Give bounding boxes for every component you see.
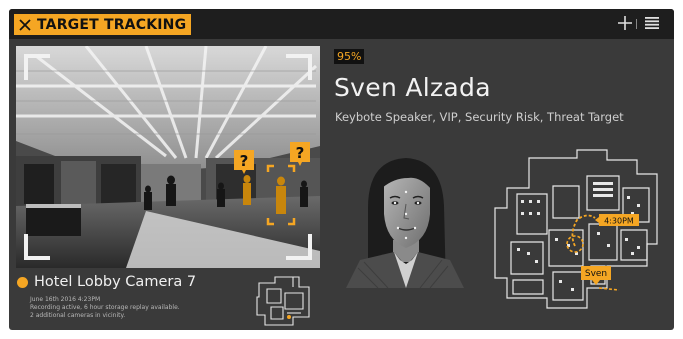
plus-icon[interactable] — [618, 16, 632, 30]
camera-location-map[interactable] — [253, 273, 313, 328]
camera-recording-status: Recording active, 6 hour storage replay … — [30, 304, 180, 311]
face-scan-image — [346, 158, 464, 288]
camera-timestamp: June 16th 2016 4:23PM — [30, 296, 101, 303]
close-icon — [19, 18, 31, 31]
header-bar: TARGET TRACKING — [9, 9, 674, 39]
time-marker-label: 4:30PM — [604, 217, 634, 226]
hamburger-menu-icon[interactable] — [645, 17, 659, 29]
live-indicator-icon — [17, 276, 28, 288]
target-name: Sven Alzada — [334, 73, 491, 102]
target-tags: Keybote Speaker, VIP, Security Risk, Thr… — [335, 110, 624, 124]
person-marker-label: Sven — [585, 269, 607, 279]
camera-info: June 16th 2016 4:23PM Recording active, … — [30, 296, 180, 320]
camera-feed[interactable]: ? ? — [16, 46, 320, 268]
time-marker: 4:30PM — [595, 214, 639, 226]
confidence-badge: 95% — [334, 49, 365, 64]
close-button[interactable] — [14, 14, 36, 35]
window-title: TARGET TRACKING — [37, 16, 187, 33]
target-tracking-panel: TARGET TRACKING ? ? Hotel Lobby Camera 7… — [9, 9, 674, 330]
floor-plan-map[interactable]: 4:30PM Sven — [487, 148, 667, 313]
header-divider — [636, 19, 637, 29]
marker-label: ? — [240, 152, 249, 170]
title-chip: TARGET TRACKING — [14, 14, 191, 35]
camera-vicinity-note: 2 additional cameras in vicinity. — [30, 312, 126, 319]
camera-label[interactable]: Hotel Lobby Camera 7 — [17, 274, 196, 290]
camera-name: Hotel Lobby Camera 7 — [34, 274, 197, 290]
marker-label: ? — [296, 144, 305, 162]
